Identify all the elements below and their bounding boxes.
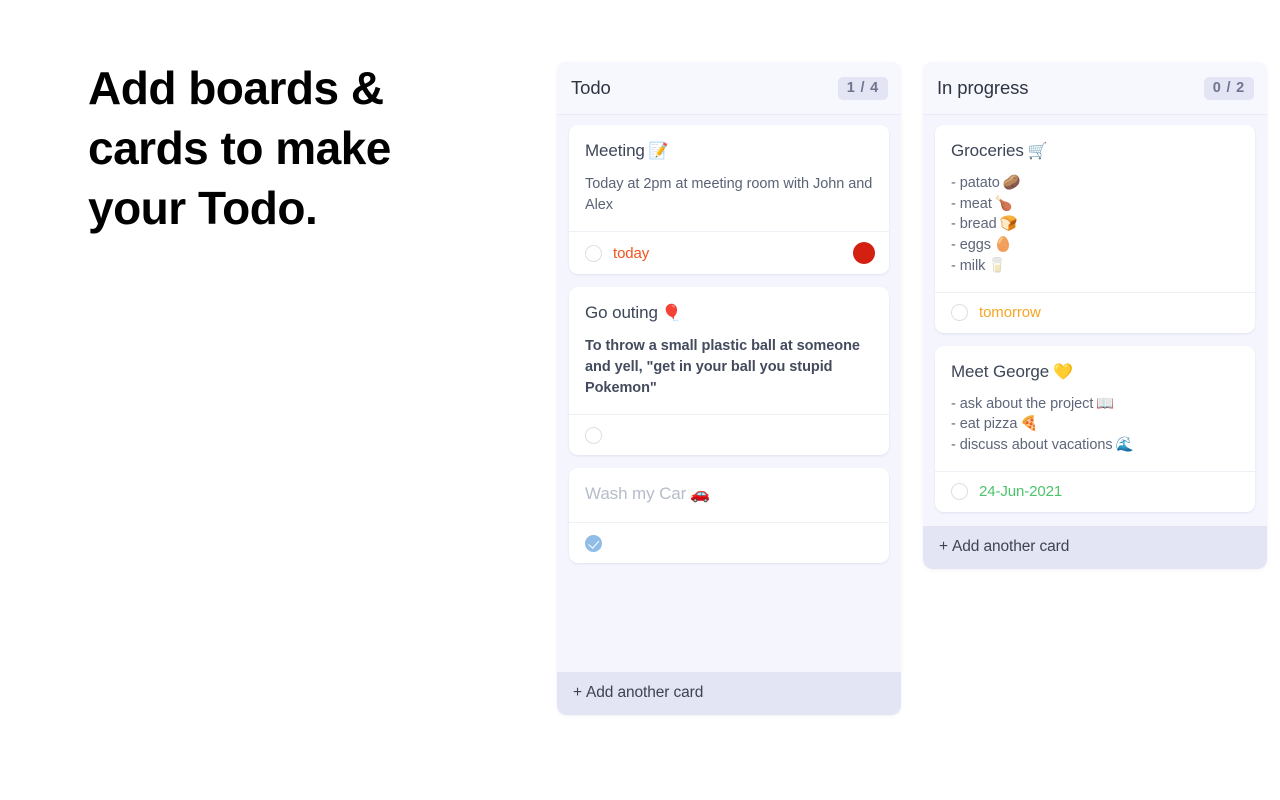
checklist-item: - milk 🥛 xyxy=(951,256,1239,277)
card-complete-checkbox[interactable] xyxy=(951,304,968,322)
card-groceries[interactable]: Groceries 🛒 - patato 🥔 - meat 🍗 - bread 🍞 - eggs… xyxy=(935,125,1255,333)
card-go-outing[interactable]: Go outing 🎈 To throw a small plastic ball … xyxy=(569,287,889,455)
card-title-text: Wash my Car xyxy=(585,484,687,503)
card-title: Groceries 🛒 xyxy=(951,139,1239,164)
card-footer: tomorrow xyxy=(935,291,1255,333)
checklist-item: - meat 🍗 xyxy=(951,194,1239,215)
column-body-in-progress: Groceries 🛒 - patato 🥔 - meat 🍗 - bread 🍞 - eggs… xyxy=(923,115,1267,512)
card-description: To throw a small plastic ball at someone… xyxy=(585,338,860,396)
balloon-icon: 🎈 xyxy=(661,305,682,322)
add-another-card-button-todo[interactable]: + Add another card xyxy=(557,672,901,715)
bread-icon: 🍞 xyxy=(999,216,1018,233)
headline-line-3: your Todo. xyxy=(88,182,318,234)
checklist-item: - bread 🍞 xyxy=(951,214,1239,235)
card-complete-checkbox[interactable] xyxy=(585,534,602,552)
milk-glass-icon: 🥛 xyxy=(988,257,1007,274)
card-footer xyxy=(569,414,889,455)
headline-emphasis: Add xyxy=(88,62,176,114)
headline-line-2: cards to make xyxy=(88,122,391,174)
card-title: Go outing 🎈 xyxy=(585,301,873,326)
card-main: Meet George 💛 - ask about the project 📖 - ea… xyxy=(935,346,1255,471)
checklist-item-text: - eggs xyxy=(951,237,991,254)
headline-line-1: Add boards & xyxy=(88,58,508,118)
card-checklist: - patato 🥔 - meat 🍗 - bread 🍞 - eggs 🥚 - milk 🥛 xyxy=(951,173,1239,277)
card-priority-dot[interactable] xyxy=(853,242,875,264)
card-footer: today xyxy=(569,231,889,274)
card-checklist: - ask about the project 📖 - eat pizza 🍕 - di… xyxy=(951,394,1239,456)
checklist-item-text: - ask about the project xyxy=(951,395,1094,412)
page-headline: Add boards & cards to make your Todo. xyxy=(88,58,508,238)
card-due-label[interactable]: tomorrow xyxy=(979,304,1041,321)
card-meeting[interactable]: Meeting 📝 Today at 2pm at meeting room wit… xyxy=(569,125,889,274)
checklist-item-text: - milk xyxy=(951,257,986,274)
page-root: Add boards & cards to make your Todo. To… xyxy=(0,0,1280,800)
headline-line-1-rest: boards & xyxy=(175,62,384,114)
board-column-in-progress: In progress 0 / 2 Groceries 🛒 - patato 🥔 - mea… xyxy=(923,62,1267,569)
checklist-item: - ask about the project 📖 xyxy=(951,394,1239,415)
column-title: Todo xyxy=(571,77,611,98)
book-icon: 📖 xyxy=(1096,395,1115,412)
card-complete-checkbox[interactable] xyxy=(585,426,602,444)
checklist-item: - discuss about vacations 🌊 xyxy=(951,435,1239,456)
plus-icon: + xyxy=(939,537,948,555)
checklist-item: - eggs 🥚 xyxy=(951,235,1239,256)
card-main: Meeting 📝 Today at 2pm at meeting room wit… xyxy=(569,125,889,231)
checklist-item-text: - patato xyxy=(951,175,1000,191)
potato-icon: 🥔 xyxy=(1002,175,1021,191)
card-title-text: Groceries xyxy=(951,141,1024,160)
card-title-text: Go outing xyxy=(585,303,658,322)
checklist-item-text: - eat pizza xyxy=(951,416,1018,433)
card-main: Wash my Car 🚗 xyxy=(569,468,889,522)
egg-icon: 🥚 xyxy=(994,237,1013,254)
column-count-badge: 0 / 2 xyxy=(1203,76,1254,100)
card-due-label[interactable]: 24-Jun-2021 xyxy=(979,483,1062,500)
checklist-item-text: - discuss about vacations xyxy=(951,436,1113,453)
plus-icon: + xyxy=(573,684,582,701)
card-wash-my-car[interactable]: Wash my Car 🚗 xyxy=(569,468,889,563)
card-meet-george[interactable]: Meet George 💛 - ask about the project 📖 - ea… xyxy=(935,345,1255,512)
card-complete-checkbox[interactable] xyxy=(585,244,602,262)
poultry-leg-icon: 🍗 xyxy=(994,195,1013,212)
pizza-icon: 🍕 xyxy=(1020,416,1039,433)
column-body-todo: Meeting 📝 Today at 2pm at meeting room wit… xyxy=(557,115,901,658)
card-title: Meet George 💛 xyxy=(951,360,1239,385)
add-another-card-label: Add another card xyxy=(951,537,1070,555)
column-header-in-progress: In progress 0 / 2 xyxy=(923,62,1267,115)
card-description: Today at 2pm at meeting room with John a… xyxy=(585,176,873,213)
board-column-todo: Todo 1 / 4 Meeting 📝 Today at 2pm at meeting… xyxy=(557,62,901,715)
add-another-card-button-in-progress[interactable]: + Add another card xyxy=(923,525,1267,569)
card-title-text: Meeting xyxy=(585,141,645,160)
card-complete-checkbox[interactable] xyxy=(951,483,968,501)
checklist-item: - eat pizza 🍕 xyxy=(951,414,1239,435)
card-footer xyxy=(569,522,889,563)
column-header-todo: Todo 1 / 4 xyxy=(557,62,901,115)
card-main: Go outing 🎈 To throw a small plastic ball … xyxy=(569,287,889,414)
checklist-item-text: - meat xyxy=(951,195,992,212)
column-count-badge: 1 / 4 xyxy=(837,76,888,100)
card-title: Meeting 📝 xyxy=(585,139,873,164)
checklist-item-text: - bread xyxy=(951,216,997,233)
add-another-card-label: Add another card xyxy=(585,684,704,701)
column-title: In progress xyxy=(937,77,1029,98)
wave-icon: 🌊 xyxy=(1115,436,1134,453)
memo-icon: 📝 xyxy=(648,143,669,160)
card-main: Groceries 🛒 - patato 🥔 - meat 🍗 - bread 🍞 - eggs… xyxy=(935,125,1255,292)
card-due-label[interactable]: today xyxy=(613,245,649,262)
card-footer: 24-Jun-2021 xyxy=(935,470,1255,512)
card-title: Wash my Car 🚗 xyxy=(585,482,873,507)
kanban-board: Todo 1 / 4 Meeting 📝 Today at 2pm at meeting… xyxy=(557,62,1267,715)
checklist-item: - patato 🥔 xyxy=(951,173,1239,194)
car-icon: 🚗 xyxy=(690,486,711,503)
yellow-heart-icon: 💛 xyxy=(1053,363,1073,381)
card-title-text: Meet George xyxy=(951,361,1050,381)
shopping-cart-icon: 🛒 xyxy=(1027,143,1048,160)
